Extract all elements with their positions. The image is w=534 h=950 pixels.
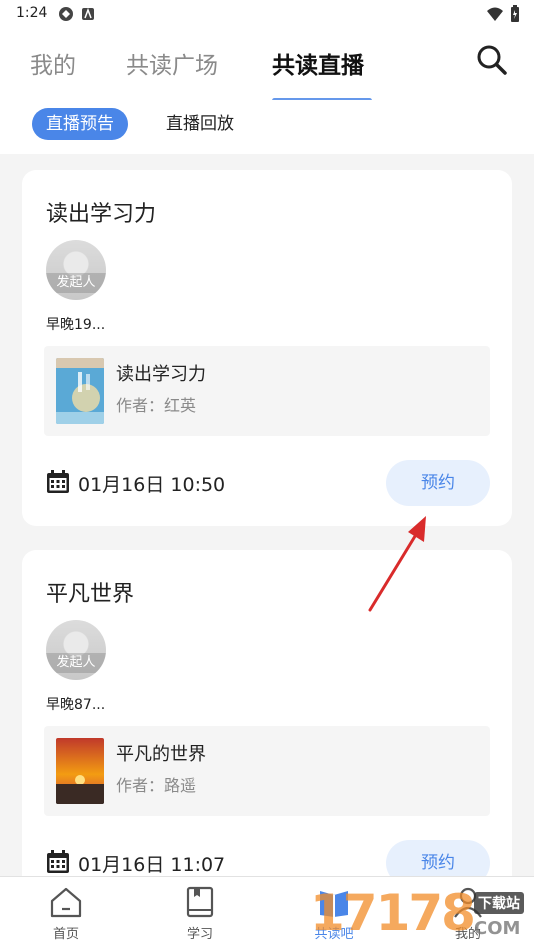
bottom-nav-mine[interactable]: 我的 — [428, 885, 508, 942]
tab-live-preview[interactable]: 直播预告 — [32, 108, 128, 140]
bottom-nav-label: 学习 — [186, 927, 213, 942]
person-icon — [454, 887, 482, 918]
bottom-nav-label: 首页 — [52, 927, 79, 942]
bottom-nav-study[interactable]: 学习 — [160, 885, 240, 942]
live-list[interactable]: 读出学习力 发起人 早晚19... 读出学习力 作者：红英 01月16日 10:… — [0, 154, 534, 876]
live-datetime: 01月16日 11:07 — [78, 854, 226, 876]
avatar-label: 发起人 — [46, 653, 106, 673]
book-cover — [56, 738, 104, 804]
calendar-icon — [47, 470, 69, 493]
top-nav: 我的 共读广场 共读直播 — [0, 28, 534, 103]
host-name: 早晚19... — [46, 317, 106, 333]
book-info[interactable]: 读出学习力 作者：红英 — [44, 346, 490, 436]
bottom-nav-label: 我的 — [454, 927, 481, 942]
reserve-button[interactable]: 预约 — [386, 840, 490, 876]
bottom-nav-label: 共读吧 — [314, 927, 354, 942]
live-datetime: 01月16日 10:50 — [78, 474, 226, 496]
notification-icons — [58, 6, 98, 26]
sub-nav: 直播预告 直播回放 — [0, 100, 534, 154]
book-author: 作者：路遥 — [116, 776, 197, 795]
reading-club-icon — [320, 891, 348, 917]
search-icon[interactable] — [476, 44, 508, 76]
book-title: 平凡的世界 — [116, 744, 206, 765]
book-info[interactable]: 平凡的世界 作者：路遥 — [44, 726, 490, 816]
tab-reading-square[interactable]: 共读广场 — [126, 46, 218, 80]
avatar[interactable]: 发起人 — [46, 620, 106, 680]
status-bar: 1:24 — [0, 0, 534, 28]
tab-live-replay[interactable]: 直播回放 — [152, 108, 248, 140]
book-title: 读出学习力 — [116, 364, 206, 385]
avatar[interactable]: 发起人 — [46, 240, 106, 300]
live-card[interactable]: 平凡世界 发起人 早晚87... 平凡的世界 作者：路遥 01月16日 11:0… — [22, 550, 512, 876]
tab-reading-live[interactable]: 共读直播 — [272, 46, 364, 80]
wifi-icon — [487, 7, 503, 21]
live-card[interactable]: 读出学习力 发起人 早晚19... 读出学习力 作者：红英 01月16日 10:… — [22, 170, 512, 526]
bottom-nav-home[interactable]: 首页 — [26, 885, 106, 942]
calendar-icon — [47, 850, 69, 873]
card-title: 读出学习力 — [46, 202, 157, 227]
book-icon — [186, 886, 214, 918]
tab-mine[interactable]: 我的 — [30, 46, 76, 80]
reserve-button[interactable]: 预约 — [386, 460, 490, 506]
home-icon — [50, 887, 82, 918]
book-author: 作者：红英 — [116, 396, 197, 415]
book-cover — [56, 358, 104, 424]
host-name: 早晚87... — [46, 697, 106, 713]
system-icons — [486, 5, 520, 23]
bottom-nav: 首页 学习 共读吧 我的 — [0, 876, 534, 950]
battery-icon — [511, 5, 519, 22]
bottom-nav-reading-club[interactable]: 共读吧 — [294, 885, 374, 942]
avatar-label: 发起人 — [46, 273, 106, 293]
card-title: 平凡世界 — [46, 582, 135, 607]
status-time: 1:24 — [16, 5, 48, 21]
